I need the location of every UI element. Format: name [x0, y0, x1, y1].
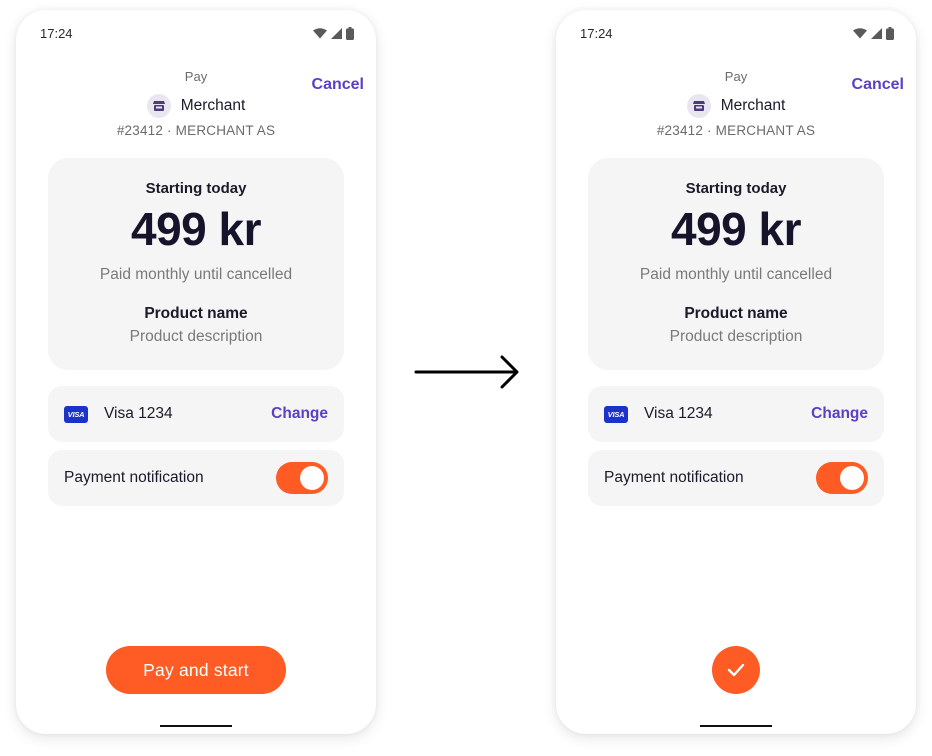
- home-indicator[interactable]: [160, 725, 232, 727]
- product-name: Product name: [144, 305, 248, 322]
- recurrence-text: Paid monthly until cancelled: [639, 266, 833, 283]
- summary-card: Starting today 499 kr Paid monthly until…: [588, 158, 884, 370]
- payment-method-row: VISA Visa 1234 Change: [588, 386, 884, 442]
- home-indicator[interactable]: [700, 725, 772, 727]
- status-icons: [853, 27, 894, 40]
- product-description: Product description: [129, 328, 263, 345]
- status-time: 17:24: [40, 26, 73, 41]
- battery-icon: [346, 27, 354, 40]
- merchant-id: #23412 · MERCHANT AS: [116, 123, 276, 138]
- arrow-right-icon: [414, 355, 519, 389]
- starting-label: Starting today: [145, 180, 247, 197]
- cancel-button[interactable]: Cancel: [852, 76, 904, 94]
- change-card-button[interactable]: Change: [271, 405, 328, 423]
- status-icons: [313, 27, 354, 40]
- card-label: Visa 1234: [644, 405, 713, 422]
- toggle-knob: [840, 466, 864, 490]
- signal-icon: [331, 28, 342, 39]
- store-icon: [146, 94, 171, 118]
- notification-toggle[interactable]: [276, 462, 328, 494]
- merchant-row: Merchant: [556, 94, 916, 118]
- starting-label: Starting today: [685, 180, 787, 197]
- pay-and-start-button[interactable]: Pay and start: [106, 646, 286, 694]
- summary-card: Starting today 499 kr Paid monthly until…: [48, 158, 344, 370]
- notification-row: Payment notification: [588, 450, 884, 506]
- toggle-knob: [300, 466, 324, 490]
- amount: 499 kr: [670, 203, 802, 255]
- visa-icon: VISA: [604, 405, 628, 423]
- cancel-button[interactable]: Cancel: [312, 76, 364, 94]
- notification-row: Payment notification: [48, 450, 344, 506]
- amount: 499 kr: [130, 203, 262, 255]
- merchant-id: #23412 · MERCHANT AS: [656, 123, 816, 138]
- card-label: Visa 1234: [104, 405, 173, 422]
- checkmark-icon: [727, 663, 745, 677]
- recurrence-text: Paid monthly until cancelled: [99, 266, 293, 283]
- product-name: Product name: [684, 305, 788, 322]
- payment-success-button: [712, 646, 760, 694]
- merchant-name: Merchant: [720, 97, 786, 114]
- store-icon: [686, 94, 711, 118]
- payment-method-row: VISA Visa 1234 Change: [48, 386, 344, 442]
- product-description: Product description: [669, 328, 803, 345]
- wifi-icon: [313, 28, 327, 39]
- merchant-name: Merchant: [180, 97, 246, 114]
- visa-icon: VISA: [64, 405, 88, 423]
- status-time: 17:24: [580, 26, 613, 41]
- battery-icon: [886, 27, 894, 40]
- phone-screen-after: 17:24 Pay Cancel Merchant #23412 · MERCH…: [556, 10, 916, 734]
- change-card-button[interactable]: Change: [811, 405, 868, 423]
- merchant-row: Merchant: [16, 94, 376, 118]
- phone-screen-before: 17:24 Pay Cancel Merchant #23412 · MERCH…: [16, 10, 376, 734]
- notification-toggle[interactable]: [816, 462, 868, 494]
- notification-label: Payment notification: [64, 469, 204, 486]
- signal-icon: [871, 28, 882, 39]
- notification-label: Payment notification: [604, 469, 744, 486]
- wifi-icon: [853, 28, 867, 39]
